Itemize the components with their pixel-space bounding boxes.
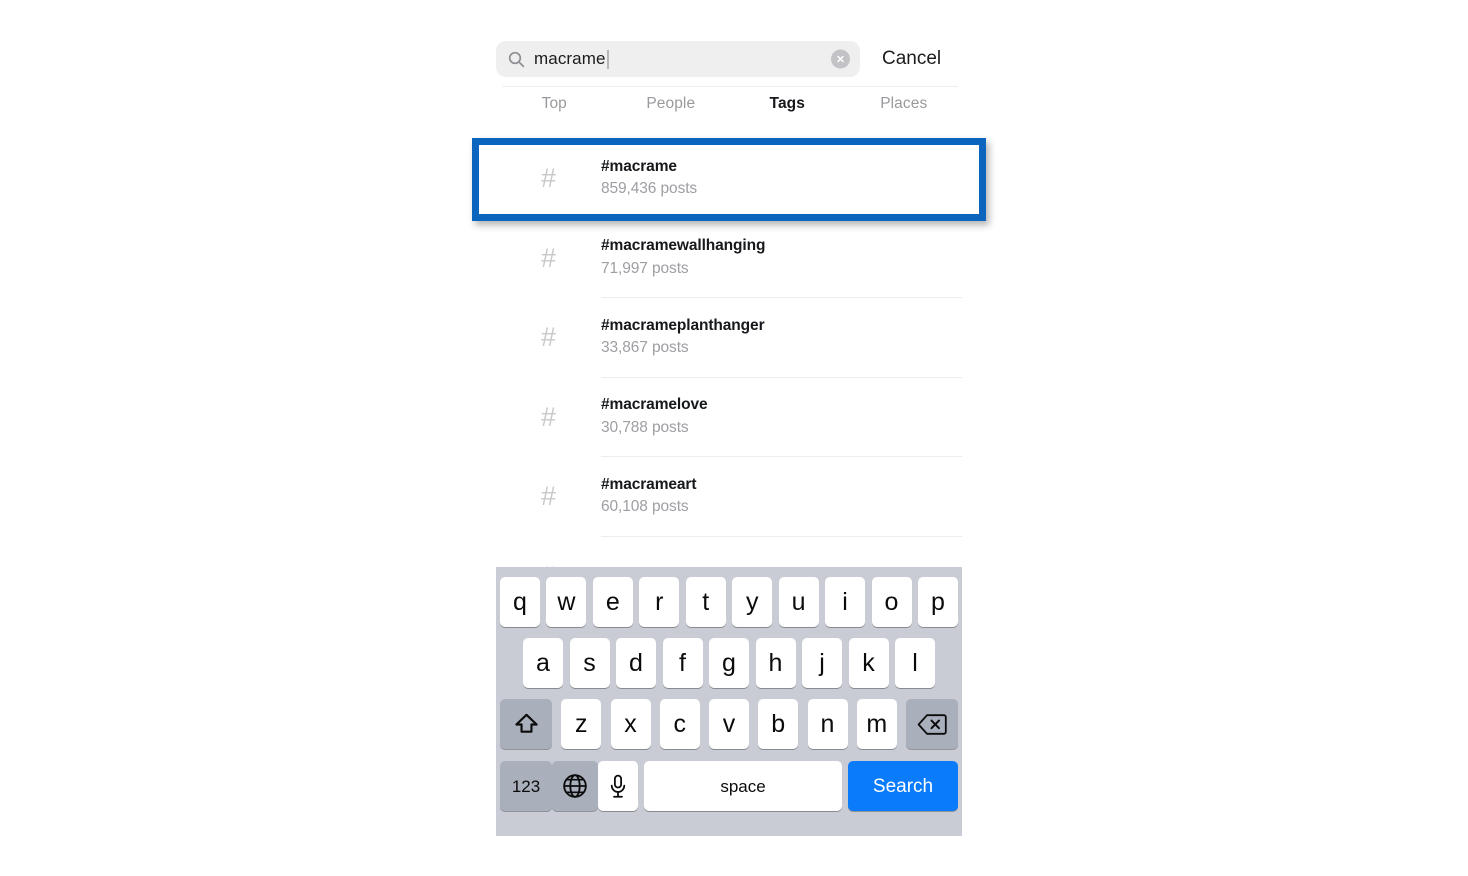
list-item-meta: #macrameart 60,108 posts — [601, 475, 962, 519]
list-item[interactable]: # #macrameart 60,108 posts — [496, 457, 962, 537]
list-item-meta: #macramelove 30,788 posts — [601, 395, 962, 439]
key-c[interactable]: c — [659, 699, 700, 749]
space-key[interactable]: space — [644, 761, 842, 811]
tag-name: #macramelove — [601, 396, 708, 414]
tag-name: #macrameplanthanger — [601, 316, 765, 334]
backspace-delete-icon[interactable] — [906, 699, 958, 749]
post-count: 859,436 posts — [601, 180, 698, 198]
list-item[interactable]: # #macramelove 30,788 posts — [496, 378, 962, 457]
key-m[interactable]: m — [856, 699, 897, 749]
key-e[interactable]: e — [592, 577, 633, 627]
hashtag-icon: # — [540, 401, 557, 432]
keyboard-search-button[interactable]: Search — [848, 761, 958, 811]
key-g[interactable]: g — [709, 638, 749, 688]
globe-language-icon[interactable] — [552, 761, 598, 811]
hashtag-icon: # — [540, 163, 557, 194]
cancel-button[interactable]: Cancel — [882, 48, 941, 70]
list-item[interactable]: # #macramedecor — [496, 537, 962, 571]
key-x[interactable]: x — [610, 699, 651, 749]
tab-top[interactable]: Top — [496, 95, 613, 129]
list-item[interactable]: # #macramewallhanging 71,997 posts — [496, 219, 962, 298]
microphone-icon[interactable] — [598, 761, 638, 811]
hashtag-icon: # — [540, 242, 557, 273]
clear-icon[interactable] — [831, 49, 850, 69]
tab-places[interactable]: Places — [846, 95, 963, 129]
post-count: 30,788 posts — [601, 418, 689, 436]
list-item[interactable]: # #macrameplanthanger 33,867 posts — [496, 298, 962, 378]
key-r[interactable]: r — [639, 577, 680, 627]
text-caret — [606, 49, 609, 69]
search-input[interactable]: macrame — [496, 41, 860, 77]
post-count: 33,867 posts — [601, 339, 689, 357]
key-v[interactable]: v — [709, 699, 749, 749]
key-n[interactable]: n — [807, 699, 848, 749]
search-tabs: Top People Tags Places — [496, 95, 962, 129]
key-o[interactable]: o — [871, 577, 912, 627]
key-k[interactable]: k — [848, 638, 889, 688]
keyboard-row-1: q w e r t y u i o p — [496, 567, 962, 627]
list-item[interactable]: # #macrame 859,436 posts — [496, 139, 962, 219]
keyboard-row-3: z x c v b n m — [496, 688, 962, 749]
key-b[interactable]: b — [758, 699, 799, 749]
keyboard-row-2: a s d f g h j k l — [496, 627, 962, 688]
search-input-value: macrame — [534, 49, 606, 68]
list-item-meta: #macramewallhanging 71,997 posts — [601, 236, 962, 280]
search-bar: macrame Cancel — [496, 41, 962, 77]
tab-tags[interactable]: Tags — [729, 95, 846, 129]
post-count: 60,108 posts — [601, 498, 689, 516]
tag-results-list[interactable]: # #macrame 859,436 posts # #macramewallh… — [496, 139, 962, 571]
key-z[interactable]: z — [561, 699, 602, 749]
key-i[interactable]: i — [825, 577, 866, 627]
key-h[interactable]: h — [755, 638, 796, 688]
key-d[interactable]: d — [616, 638, 656, 688]
key-f[interactable]: f — [662, 638, 703, 688]
list-item-meta: #macrame 859,436 posts — [601, 157, 962, 201]
tag-name: #macrameart — [601, 475, 697, 493]
screenshot-canvas: macrame Cancel Top People Tags Places # … — [0, 0, 1468, 876]
tabs-separator — [502, 86, 958, 87]
key-j[interactable]: j — [802, 638, 842, 688]
key-w[interactable]: w — [546, 577, 587, 627]
key-a[interactable]: a — [523, 638, 563, 688]
shift-arrow-icon[interactable] — [500, 699, 552, 749]
numbers-key[interactable]: 123 — [500, 761, 552, 811]
key-s[interactable]: s — [569, 638, 610, 688]
hashtag-icon: # — [540, 481, 557, 512]
hashtag-icon: # — [540, 322, 557, 353]
key-u[interactable]: u — [778, 577, 819, 627]
tab-people[interactable]: People — [613, 95, 730, 129]
on-screen-keyboard: q w e r t y u i o p a s d f g h j k l z … — [496, 567, 962, 836]
post-count: 71,997 posts — [601, 259, 689, 277]
list-item-meta: #macrameplanthanger 33,867 posts — [601, 316, 962, 360]
key-y[interactable]: y — [732, 577, 773, 627]
search-icon — [508, 51, 525, 68]
keyboard-row-4: 123 space Search — [496, 749, 962, 811]
key-l[interactable]: l — [895, 638, 935, 688]
key-q[interactable]: q — [500, 577, 540, 627]
tag-name: #macrame — [601, 157, 677, 175]
tag-name: #macramewallhanging — [601, 237, 766, 255]
key-t[interactable]: t — [685, 577, 726, 627]
key-p[interactable]: p — [917, 577, 958, 627]
